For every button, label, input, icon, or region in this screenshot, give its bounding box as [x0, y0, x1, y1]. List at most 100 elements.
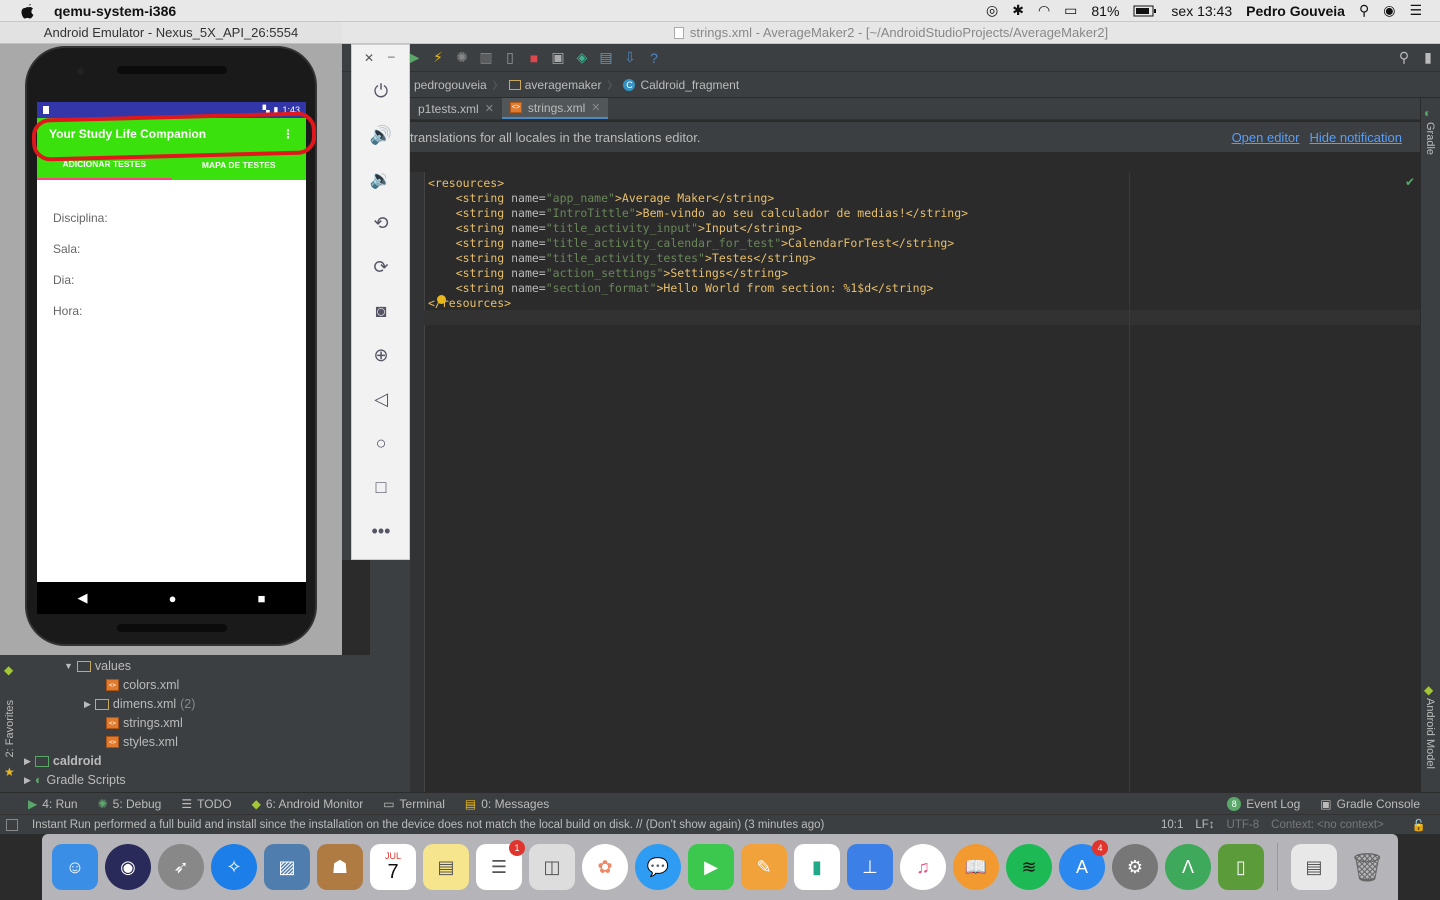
volume-down-icon[interactable]: 🔉	[369, 167, 393, 191]
status-message[interactable]: Instant Run performed a full build and i…	[32, 819, 824, 831]
android-monitor-tool-button[interactable]: ◆ 6: Android Monitor	[242, 797, 374, 811]
field-hora[interactable]: Hora:	[37, 295, 306, 326]
android-model-tool-button[interactable]: Android Model	[1424, 698, 1436, 769]
tree-item-strings[interactable]: <> strings.xml	[106, 716, 183, 730]
documents-folder-icon[interactable]: ▤	[1291, 844, 1337, 890]
tree-item-gradle-scripts[interactable]: ▶ ◐ Gradle Scripts	[24, 773, 126, 787]
spotify-icon[interactable]: ≋	[1006, 844, 1052, 890]
minimize-icon[interactable]: –	[388, 49, 395, 63]
debug-tool-button[interactable]: ✺ 5: Debug	[88, 797, 172, 811]
recents-icon[interactable]: ■	[258, 591, 266, 606]
preview-icon[interactable]: ▨	[264, 844, 310, 890]
system-preferences-icon[interactable]: ⚙	[1112, 844, 1158, 890]
apple-icon[interactable]	[20, 2, 38, 20]
code-content[interactable]: <resources> <string name="app_name">Aver…	[428, 176, 968, 311]
stop-icon[interactable]: ■	[522, 48, 546, 68]
bluetooth-icon[interactable]: ✱	[1012, 2, 1024, 19]
chevron-right-icon[interactable]: ▶	[24, 775, 31, 786]
chevron-right-icon[interactable]: ▶	[24, 756, 31, 767]
messages-tool-button[interactable]: ▤ 0: Messages	[455, 797, 559, 811]
open-editor-link[interactable]: Open editor	[1232, 130, 1300, 145]
maps-icon[interactable]: ◫	[529, 844, 575, 890]
tree-item-colors[interactable]: <> colors.xml	[106, 678, 179, 692]
attach-debugger-icon[interactable]: ▯	[498, 48, 522, 68]
close-icon[interactable]: ✕	[364, 51, 374, 65]
notes-icon[interactable]: ▤	[423, 844, 469, 890]
safari-icon[interactable]: ✧	[211, 844, 257, 890]
creative-cloud-icon[interactable]: ◎	[986, 2, 998, 19]
keynote-icon[interactable]: ⊥	[847, 844, 893, 890]
code-line[interactable]: <string name="action_settings">Settings<…	[428, 266, 968, 281]
tree-item-caldroid[interactable]: ▶ caldroid	[24, 754, 102, 768]
chevron-right-icon[interactable]: ▶	[84, 699, 91, 710]
profile-icon[interactable]: ▥	[474, 48, 498, 68]
user-name[interactable]: Pedro Gouveia	[1246, 3, 1345, 19]
pages-icon[interactable]: ✎	[741, 844, 787, 890]
terminal-tool-button[interactable]: ▭ Terminal	[373, 797, 455, 811]
close-icon[interactable]: ✕	[485, 102, 494, 115]
lock-icon[interactable]: 🔓	[1412, 818, 1440, 832]
sync-gradle-icon[interactable]: ◈	[570, 48, 594, 68]
avd-manager-icon[interactable]: ▣	[546, 48, 570, 68]
field-disciplina[interactable]: Disciplina:	[37, 202, 306, 233]
rotate-right-icon[interactable]: ⟳	[369, 255, 393, 279]
app-store-icon[interactable]: A4	[1059, 840, 1108, 890]
context-indicator[interactable]: Context: <no context>	[1271, 819, 1412, 831]
line-separator[interactable]: LF↕	[1195, 819, 1226, 831]
airplay-icon[interactable]: ▭	[1064, 2, 1077, 19]
back-icon[interactable]: ◁	[369, 387, 393, 411]
rotate-left-icon[interactable]: ⟲	[369, 211, 393, 235]
favorites-tool-button[interactable]: 2: Favorites	[4, 700, 16, 757]
gradle-tool-button[interactable]: Gradle	[1424, 122, 1436, 155]
battery-percent[interactable]: 81%	[1091, 3, 1119, 19]
code-line[interactable]: <string name="title_activity_testes">Tes…	[428, 251, 968, 266]
apply-changes-icon[interactable]: ⚡	[426, 48, 450, 68]
itunes-icon[interactable]: ♫	[900, 844, 946, 890]
finder-icon[interactable]: ☺	[52, 844, 98, 890]
reminders-icon[interactable]: ☰ 1	[476, 840, 525, 890]
search-icon[interactable]: ⚲	[1392, 48, 1416, 68]
notification-center-icon[interactable]: ☰	[1409, 2, 1422, 19]
emulator-icon[interactable]: ▯	[1218, 844, 1264, 890]
clock[interactable]: sex 13:43	[1171, 3, 1232, 19]
messages-icon[interactable]: 💬	[635, 844, 681, 890]
app-name[interactable]: qemu-system-i386	[54, 3, 176, 19]
code-line[interactable]: <string name="title_activity_calendar_fo…	[428, 236, 968, 251]
chevron-down-icon[interactable]: ▼	[64, 661, 73, 671]
breadcrumb-item[interactable]: pedrogouveia	[408, 78, 493, 92]
file-encoding[interactable]: UTF-8	[1227, 819, 1272, 831]
tree-item-styles[interactable]: <> styles.xml	[106, 735, 178, 749]
android-studio-icon[interactable]: Λ	[1165, 844, 1211, 890]
zoom-icon[interactable]: ⊕	[369, 343, 393, 367]
run-tool-button[interactable]: ▶ 4: Run	[18, 797, 88, 811]
siri-icon[interactable]: ◉	[1383, 2, 1395, 19]
numbers-icon[interactable]: ▮	[794, 844, 840, 890]
code-line[interactable]: <string name="section_format">Hello Worl…	[428, 281, 968, 296]
photos-icon[interactable]: ✿	[582, 844, 628, 890]
home-icon[interactable]: ●	[169, 591, 177, 606]
more-icon[interactable]: •••	[369, 519, 393, 543]
close-icon[interactable]: ✕	[591, 101, 600, 114]
field-dia[interactable]: Dia:	[37, 264, 306, 295]
screenshot-icon[interactable]: ◙	[369, 299, 393, 323]
event-icon[interactable]: ▮	[1416, 48, 1440, 68]
phone-screen[interactable]: ▚ ▮ 1:43 Your Study Life Companion ⋮ ADI…	[37, 102, 306, 582]
code-line[interactable]: </resources>	[428, 296, 968, 311]
contacts-icon[interactable]: ☗	[317, 844, 363, 890]
facetime-icon[interactable]: ▶	[688, 844, 734, 890]
code-line[interactable]: <string name="title_activity_input">Inpu…	[428, 221, 968, 236]
tree-item-dimens[interactable]: ▶ dimens.xml (2)	[84, 697, 195, 711]
gradle-console-tool-button[interactable]: ▣ Gradle Console	[1310, 797, 1440, 811]
code-line[interactable]: <string name="IntroTittle">Bem-vindo ao …	[428, 206, 968, 221]
trash-icon[interactable]: 🗑	[1344, 844, 1390, 890]
spotlight-icon[interactable]: ⚲	[1359, 2, 1369, 19]
todo-tool-button[interactable]: ☰ TODO	[171, 797, 241, 811]
tab-strings[interactable]: <> strings.xml ✕	[501, 98, 609, 119]
siri-icon[interactable]: ◉	[105, 844, 151, 890]
help-icon[interactable]: ?	[642, 48, 666, 68]
tool-windows-toggle-icon[interactable]	[6, 818, 18, 831]
event-log-tool-button[interactable]: 8 Event Log	[1217, 796, 1310, 811]
tab-p1tests[interactable]: p1tests.xml ✕	[410, 98, 502, 119]
ibooks-icon[interactable]: 📖	[953, 844, 999, 890]
debug-icon[interactable]: ✺	[450, 48, 474, 68]
